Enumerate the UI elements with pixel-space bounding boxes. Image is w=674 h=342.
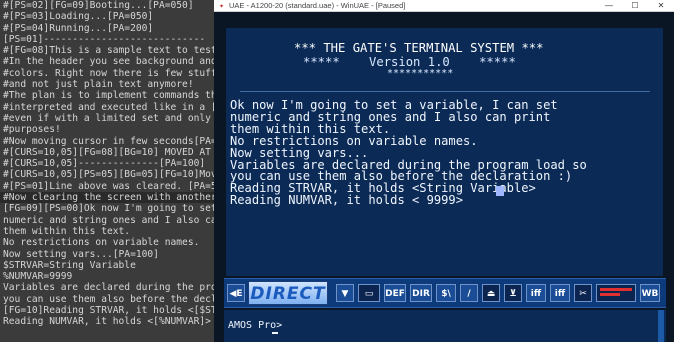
editor-line[interactable]: #[PS=04]Running...[PA=200] [0, 23, 214, 34]
winuae-window: ✦ UAE - A1200-20 (standard.uae) - WinUAE… [214, 0, 674, 342]
editor-line[interactable]: #[CURS=10,05]--------------[PA=100] [0, 158, 214, 169]
editor-line[interactable]: [FG=10]Reading STRVAR, it holds <[$ST [0, 305, 214, 316]
edit-button[interactable]: ◀E [227, 284, 245, 302]
maximize-button[interactable]: ☐ [622, 0, 648, 11]
header-stars: *********** [387, 68, 454, 79]
editor-line[interactable]: you can use them also before the decl [0, 294, 214, 305]
output-window: *** THE GATE'S TERMINAL SYSTEM *** *****… [226, 28, 663, 276]
editor-line[interactable]: #even if with a limited set and only [0, 113, 214, 124]
edit-label: E [236, 289, 243, 299]
header-title: *** THE GATE'S TERMINAL SYSTEM *** [294, 41, 544, 55]
app-icon: ✦ [219, 1, 224, 10]
editor-line[interactable]: #interpreted and executed like in a [ [0, 102, 214, 113]
text-cursor [496, 186, 504, 196]
window-title: UAE - A1200-20 (standard.uae) - WinUAE -… [229, 1, 406, 10]
editor-line[interactable]: #[PS=01]Line above was cleared. [PA=5 [0, 181, 214, 192]
command-scrollbar[interactable] [658, 310, 664, 342]
editor-line[interactable]: #[CURS=10,05][FG=08][BG=10] MOVED AT [0, 147, 214, 158]
editor-line[interactable]: #[PS=03]Loading...[PA=050] [0, 11, 214, 22]
editor-line[interactable]: Variables are declared during the pro [0, 282, 214, 293]
editor-line[interactable]: #purposes! [0, 124, 214, 135]
editor-line[interactable]: #colors. Right now there is few stuff [0, 68, 214, 79]
chip-memory-bar [600, 288, 632, 291]
output-text: Ok now I'm going to set a variable, I ca… [230, 98, 587, 208]
editor-line[interactable]: #The plan is to implement commands th [0, 90, 214, 101]
editor-line[interactable]: [FG=09][PS=00]Ok now I'm going to set [0, 203, 214, 214]
editor-line[interactable]: Now setting vars...[PA=100] [0, 249, 214, 260]
box-down-icon[interactable]: ⊻ [504, 284, 522, 302]
editor-line[interactable]: them within this text. [0, 226, 214, 237]
title-bar: ✦ UAE - A1200-20 (standard.uae) - WinUAE… [214, 0, 674, 12]
iff-load-button[interactable]: iff [526, 284, 546, 302]
minimize-button[interactable]: — [596, 0, 622, 11]
close-button[interactable]: ✕ [648, 0, 674, 11]
box-up-icon[interactable]: ⏏ [482, 284, 500, 302]
iff-save-button[interactable]: iff [550, 284, 570, 302]
command-line[interactable]: AMOS Pro> [224, 310, 666, 342]
editor-line[interactable]: Reading NUMVAR, it holds <[%NUMVAR]> [0, 316, 214, 327]
scissors-icon[interactable]: ✂ [574, 284, 592, 302]
direct-mode-toolbar: ◀E DIRECT ▼ ▭ DEF DIR $\ / ⏏ ⊻ iff iff ✂… [224, 278, 666, 308]
command-cursor [272, 332, 278, 334]
command-prompt: AMOS Pro> [228, 320, 283, 331]
direct-logo: DIRECT [248, 281, 328, 305]
editor-line[interactable]: #[FG=08]This is a sample text to test [0, 45, 214, 56]
editor-line[interactable]: numeric and string ones and I also ca [0, 215, 214, 226]
header-separator [240, 91, 650, 92]
def-button[interactable]: DEF [384, 284, 406, 302]
editor-line[interactable]: #Now moving cursor in few seconds[PA= [0, 136, 214, 147]
editor-line[interactable]: [PS=01]---------------------------- [0, 34, 214, 45]
editor-line[interactable]: #[PS=02][FG=09]Booting...[PA=050] [0, 0, 214, 11]
fast-memory-bar [600, 293, 620, 296]
text-editor-panel[interactable]: #[PS=02][FG=09]Booting...[PA=050] #[PS=03… [0, 0, 214, 342]
editor-line[interactable]: $STRVAR=String Variable [0, 260, 214, 271]
editor-line[interactable]: #and not just plain text anymore! [0, 79, 214, 90]
workbench-button[interactable]: WB [640, 284, 660, 302]
editor-line[interactable]: #Now clearing the screen with another [0, 192, 214, 204]
keyboard-icon[interactable]: ▭ [358, 284, 380, 302]
slash-icon[interactable]: / [460, 284, 478, 302]
editor-line[interactable]: No restrictions on variable names. [0, 237, 214, 248]
dir-button[interactable]: DIR [410, 284, 432, 302]
header-version: ***** Version 1.0 ***** [303, 55, 516, 69]
dropdown-arrow-icon[interactable]: ▼ [336, 284, 354, 302]
editor-line[interactable]: #[CURS=10,05][PS=05][BG=05][FG=10]Mov [0, 169, 214, 180]
amiga-screen: *** THE GATE'S TERMINAL SYSTEM *** *****… [214, 12, 674, 342]
memory-gauge [596, 284, 636, 302]
shift-button[interactable]: $\ [436, 284, 456, 302]
editor-line[interactable]: #In the header you see background and [0, 56, 214, 67]
editor-line[interactable]: %NUMVAR=9999 [0, 271, 214, 282]
